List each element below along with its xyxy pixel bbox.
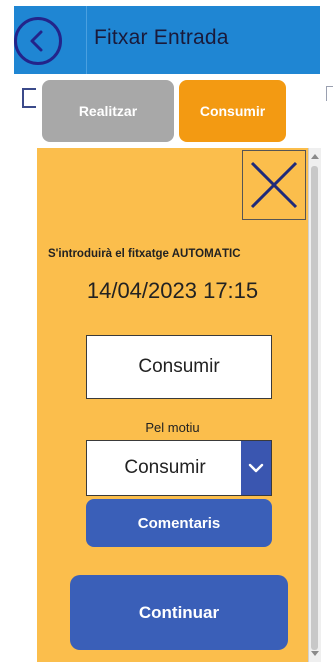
motiu-dropdown[interactable]: Consumir [86, 440, 272, 496]
select-checkbox[interactable] [22, 88, 36, 108]
app-header: Fitxar Entrada [0, 0, 334, 76]
tab-consumir[interactable]: Consumir [179, 80, 286, 142]
scroll-up-arrow-icon[interactable] [311, 154, 319, 159]
continuar-button[interactable]: Continuar [70, 575, 288, 650]
chevron-down-icon [248, 463, 264, 473]
header-separator [86, 6, 87, 74]
motiu-label: Pel motiu [145, 420, 200, 435]
edge-marker [326, 86, 333, 101]
close-x-icon [250, 161, 298, 209]
automatic-notice-text: S'introduirà el fitxatge AUTOMÀTIC [48, 248, 241, 260]
page-title: Fitxar Entrada [94, 26, 229, 49]
comentaris-button[interactable]: Comentaris [86, 499, 272, 547]
motiu-selected-value: Consumir [124, 457, 206, 478]
type-value-box: Consumir [86, 335, 272, 399]
chevron-left-icon [30, 30, 43, 52]
datetime-display: 14/04/2023 17:15 [86, 278, 259, 303]
scroll-down-arrow-icon[interactable] [311, 651, 319, 656]
back-button[interactable] [14, 17, 62, 65]
dropdown-toggle[interactable] [241, 441, 271, 495]
scroll-thumb[interactable] [311, 166, 318, 650]
close-button[interactable] [242, 150, 306, 220]
panel-scrollbar[interactable] [308, 148, 321, 662]
tab-realitzar[interactable]: Realitzar [42, 80, 174, 142]
